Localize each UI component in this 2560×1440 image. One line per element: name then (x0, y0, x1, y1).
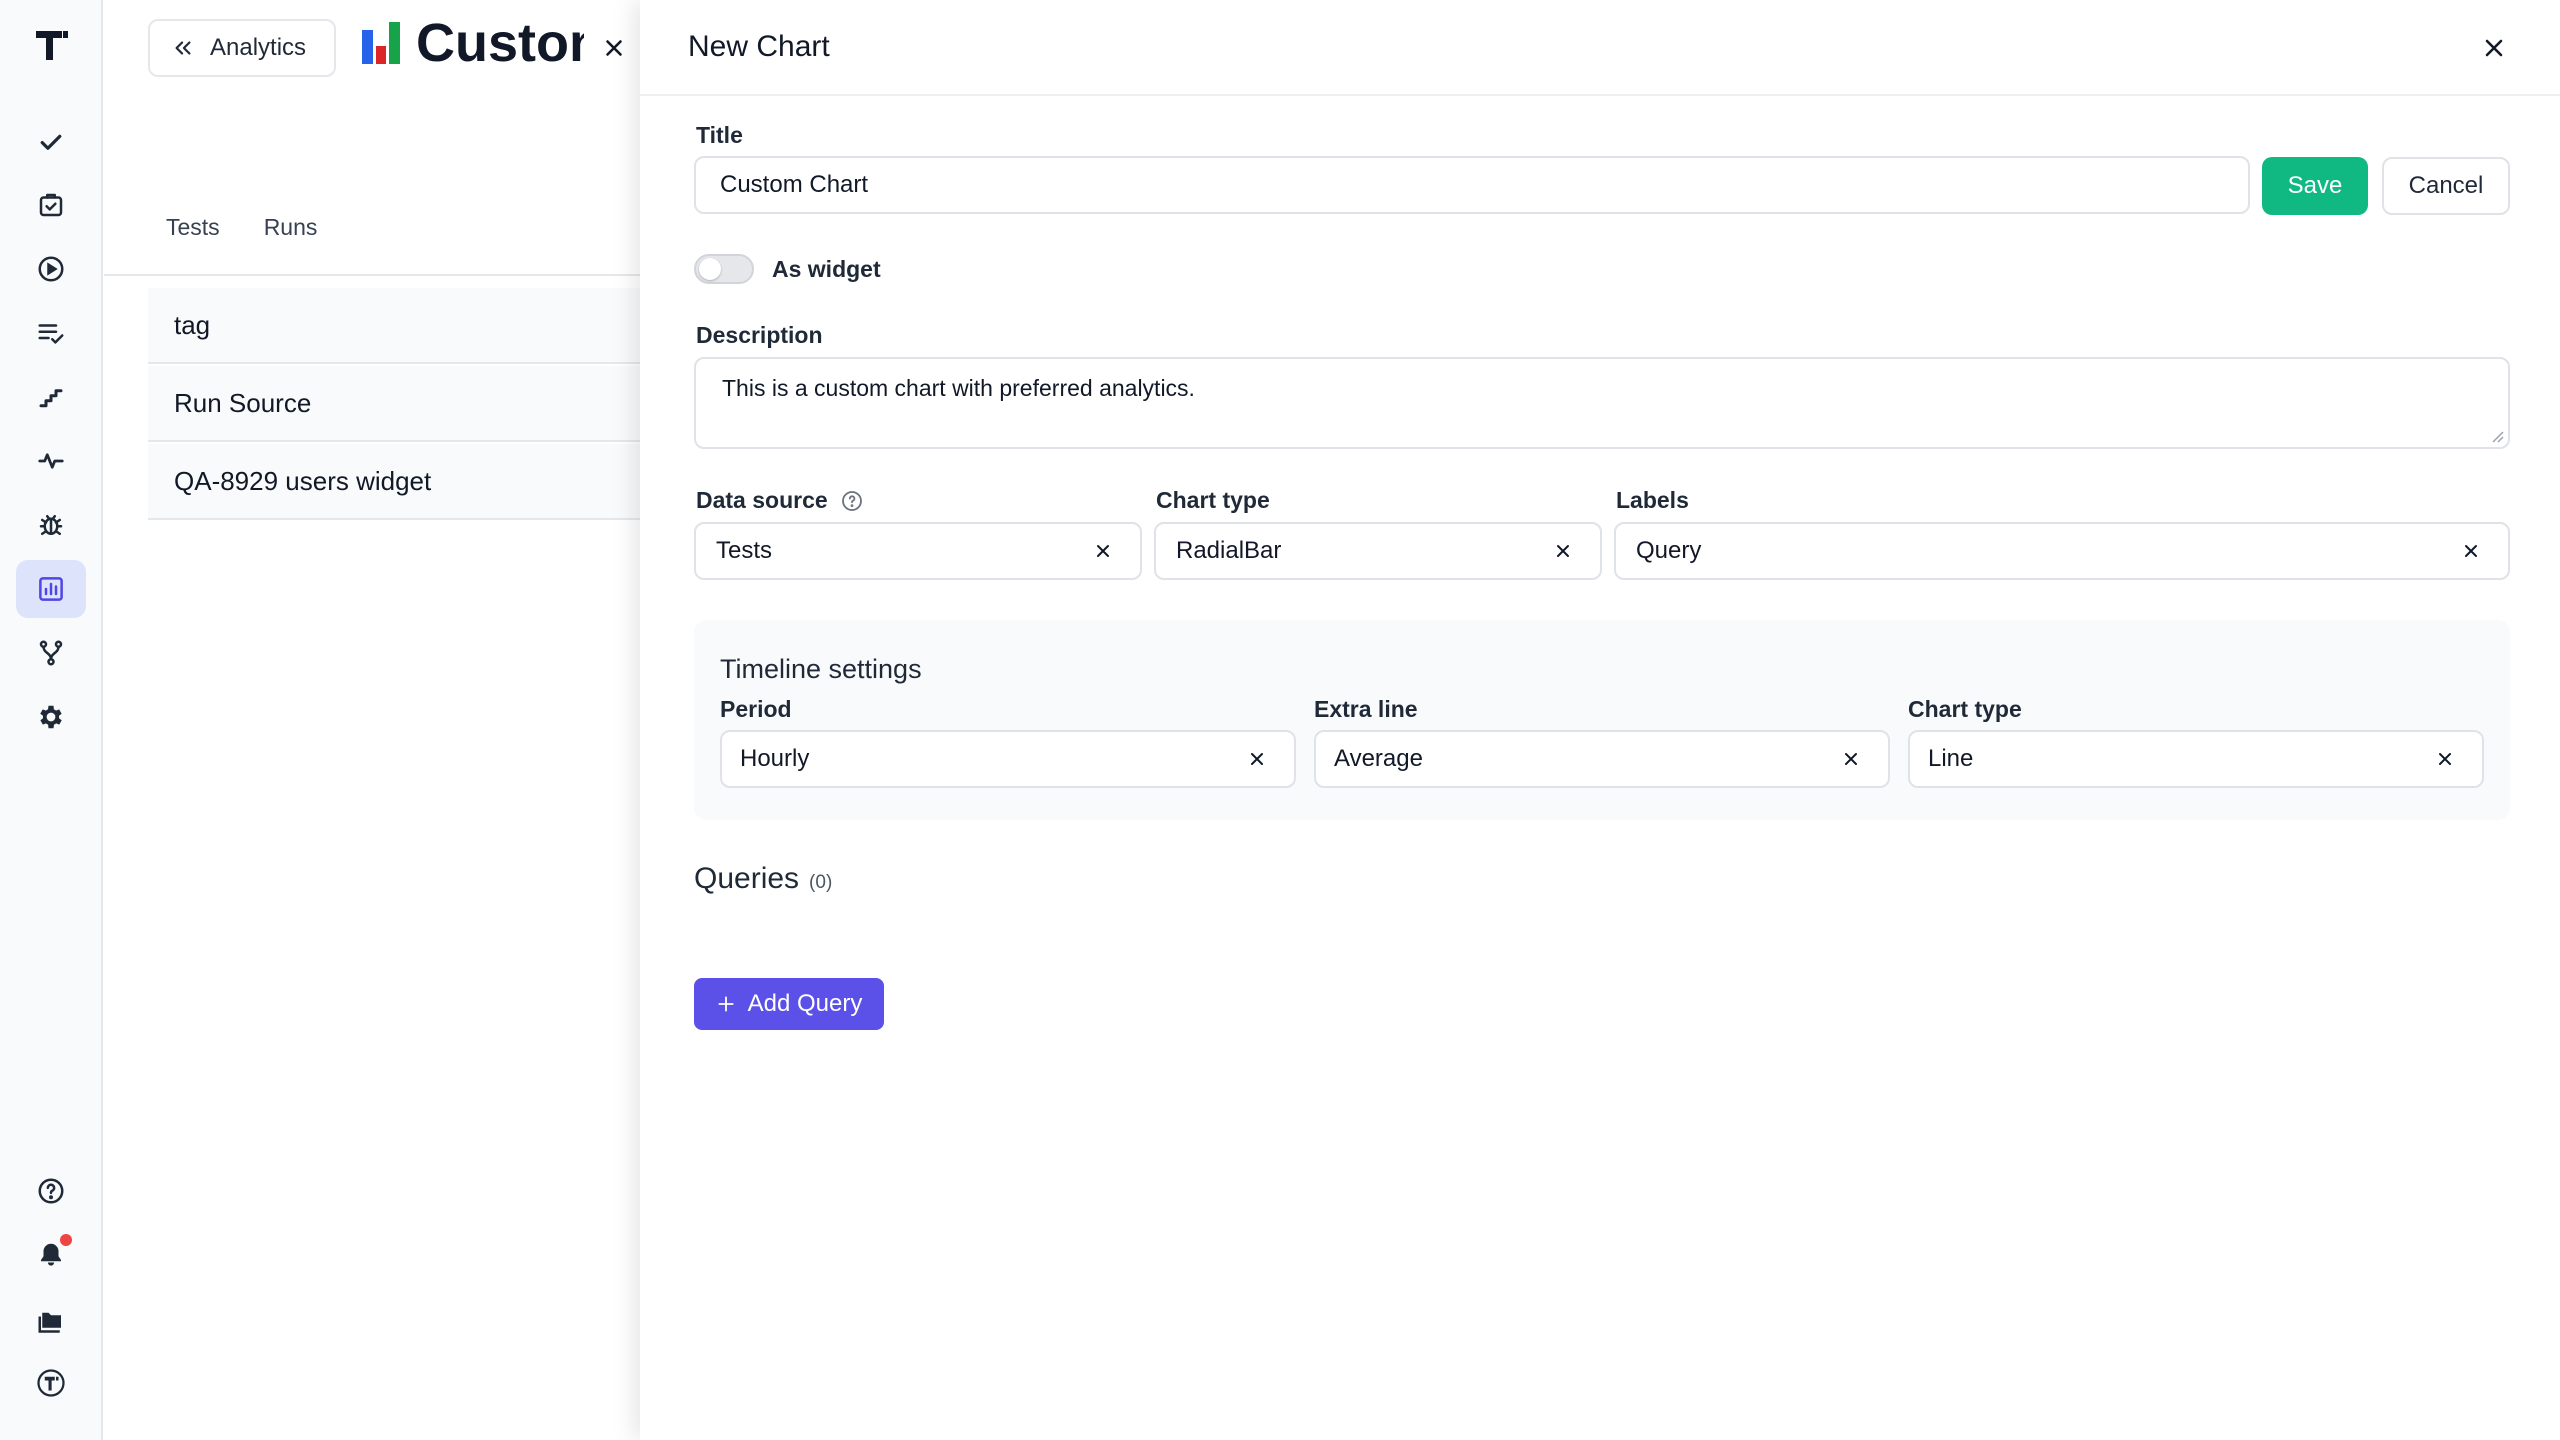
notification-dot (60, 1234, 72, 1246)
queries-title: Queries (694, 862, 800, 895)
period-value: Hourly (740, 745, 810, 772)
extra-line-label: Extra line (1314, 696, 1418, 722)
help-icon[interactable] (16, 1162, 86, 1220)
description-textarea[interactable]: This is a custom chart with preferred an… (694, 357, 2510, 449)
bar-chart-emoji-icon (360, 20, 402, 66)
save-button[interactable]: Save (2262, 157, 2368, 215)
timeline-settings-title: Timeline settings (720, 654, 922, 684)
queries-count: (0) (809, 872, 833, 893)
as-widget-toggle[interactable] (694, 254, 754, 284)
clear-period-icon[interactable] (1244, 746, 1270, 772)
timeline-chart-type-value: Line (1928, 745, 1974, 772)
tab-runs[interactable]: Runs (264, 214, 318, 241)
data-source-label-text: Data source (696, 487, 828, 513)
drawer-header: New Chart (640, 0, 2560, 96)
title-input[interactable]: Custom Chart (694, 156, 2250, 214)
new-chart-drawer: New Chart Title Custom Chart Save Cancel… (640, 0, 2560, 1440)
clear-timeline-chart-type-icon[interactable] (2432, 746, 2458, 772)
labels-value: Query (1636, 537, 1702, 564)
page-title: Custon (360, 12, 602, 74)
list-item[interactable]: Run Source (148, 366, 708, 442)
add-query-label: Add Query (747, 990, 863, 1017)
app-logo-icon[interactable] (32, 26, 70, 64)
timeline-chart-type-label: Chart type (1908, 696, 2022, 722)
nav-play-circle-icon[interactable] (16, 240, 86, 298)
period-select[interactable]: Hourly (720, 730, 1296, 788)
nav-chart-icon[interactable] (16, 560, 86, 618)
bell-icon[interactable] (16, 1226, 86, 1284)
data-source-label: Data source (696, 487, 864, 514)
tabs-divider (104, 274, 664, 276)
double-chevron-left-icon (175, 41, 191, 55)
plus-icon (718, 996, 734, 1012)
title-label: Title (696, 122, 743, 148)
list-item[interactable]: tag (148, 288, 708, 364)
page-tabs: Tests Runs (166, 214, 317, 241)
back-to-analytics-button[interactable]: Analytics (148, 19, 337, 77)
clear-extra-line-icon[interactable] (1838, 746, 1864, 772)
chart-type-value: RadialBar (1176, 537, 1282, 564)
resize-grip-icon[interactable] (2490, 429, 2504, 443)
labels-label: Labels (1616, 487, 1689, 513)
nav-pulse-icon[interactable] (16, 432, 86, 490)
nav-stairs-icon[interactable] (16, 368, 86, 426)
clear-data-source-icon[interactable] (1090, 538, 1116, 564)
period-label: Period (720, 696, 792, 722)
description-label: Description (696, 322, 823, 348)
tab-tests[interactable]: Tests (166, 214, 220, 241)
icon-sidebar (0, 0, 103, 1440)
add-query-button[interactable]: Add Query (694, 978, 884, 1030)
cancel-button[interactable]: Cancel (2382, 157, 2510, 215)
drawer-title: New Chart (688, 30, 830, 63)
page-close-button[interactable] (584, 20, 644, 76)
help-circle-icon[interactable] (840, 489, 864, 513)
back-button-label: Analytics (210, 34, 307, 61)
list-item[interactable]: QA-8929 users widget (148, 444, 708, 520)
toggle-knob (699, 258, 721, 280)
nav-gear-icon[interactable] (16, 688, 86, 746)
chart-list: tag Run Source QA-8929 users widget (148, 288, 708, 522)
chart-type-label: Chart type (1156, 487, 1270, 513)
clear-chart-type-icon[interactable] (1550, 538, 1576, 564)
nav-list-check-icon[interactable] (16, 304, 86, 362)
close-icon (2485, 39, 2503, 57)
description-value: This is a custom chart with preferred an… (722, 375, 1195, 401)
close-icon (606, 40, 622, 56)
drawer-close-button[interactable] (2472, 26, 2516, 70)
nav-check-icon[interactable] (16, 113, 86, 171)
timeline-settings-panel: Timeline settings Period Hourly Extra li… (694, 620, 2510, 820)
labels-select[interactable]: Query (1614, 522, 2510, 580)
as-widget-label: As widget (772, 256, 881, 282)
extra-line-value: Average (1334, 745, 1423, 772)
clear-labels-icon[interactable] (2458, 538, 2484, 564)
nav-clipboard-check-icon[interactable] (16, 176, 86, 234)
folders-icon[interactable] (16, 1290, 86, 1348)
timeline-chart-type-select[interactable]: Line (1908, 730, 2484, 788)
data-source-value: Tests (716, 537, 773, 564)
data-source-select[interactable]: Tests (694, 522, 1142, 580)
nav-bug-icon[interactable] (16, 496, 86, 554)
queries-heading: Queries (0) (694, 862, 832, 896)
extra-line-select[interactable]: Average (1314, 730, 1890, 788)
chart-type-select[interactable]: RadialBar (1154, 522, 1602, 580)
nav-branch-icon[interactable] (16, 624, 86, 682)
page-title-text: Custon (416, 13, 602, 73)
title-input-value: Custom Chart (720, 171, 869, 198)
user-logo-icon[interactable] (16, 1354, 86, 1412)
